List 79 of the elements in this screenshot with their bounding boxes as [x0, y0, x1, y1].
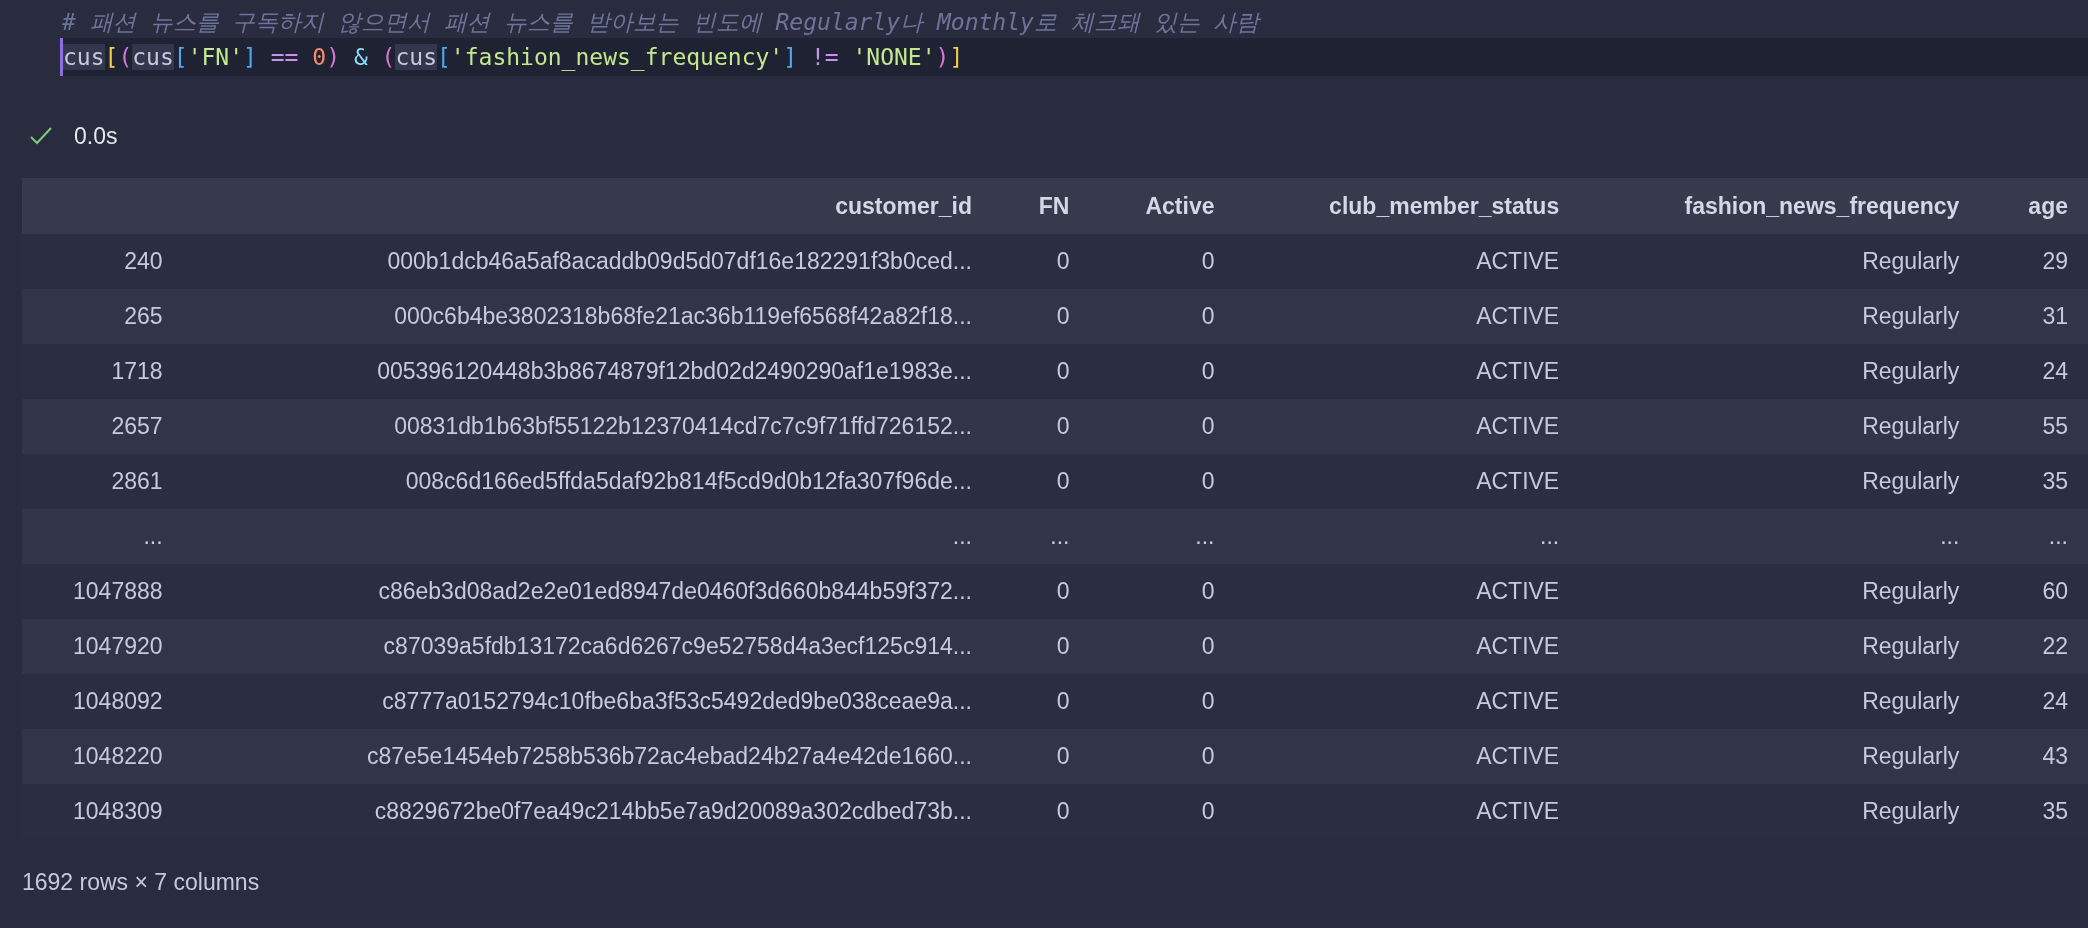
- table-cell: Regularly: [1579, 454, 1980, 509]
- table-cell: 005396120448b3b8674879f12bd02d2490290af1e1983e...: [182, 344, 992, 399]
- row-index: 2861: [22, 454, 183, 509]
- column-header: club_member_status: [1234, 178, 1580, 234]
- table-cell: 43: [1979, 729, 2088, 784]
- table-cell: 0: [991, 564, 1090, 619]
- table-cell: ...: [1089, 509, 1235, 564]
- table-summary: 1692 rows × 7 columns: [21, 868, 261, 897]
- execution-time: 0.0s: [74, 121, 118, 151]
- table-cell: ...: [991, 509, 1090, 564]
- table-cell: 0: [991, 729, 1090, 784]
- table-cell: 0: [1089, 344, 1235, 399]
- table-cell: Regularly: [1579, 564, 1980, 619]
- column-header: fashion_news_frequency: [1579, 178, 1980, 234]
- table-cell: c86eb3d08ad2e2e01ed8947de0460f3d660b844b59f372...: [182, 564, 992, 619]
- code-comment: # 패션 뉴스를 구독하지 않으면서 패션 뉴스를 받아보는 빈도에 Regularly나 Monthly로 체크돼 있는 사람: [61, 8, 1262, 37]
- table-cell: Regularly: [1579, 344, 1980, 399]
- row-index: 1048092: [22, 674, 183, 729]
- table-cell: 55: [1979, 399, 2088, 454]
- table-cell: ACTIVE: [1234, 564, 1580, 619]
- table-cell: 0: [1089, 399, 1235, 454]
- row-index: 1048220: [22, 729, 183, 784]
- table-cell: ...: [182, 509, 992, 564]
- row-index: 265: [22, 289, 183, 344]
- table-cell: Regularly: [1579, 729, 1980, 784]
- row-index: 1047920: [22, 619, 183, 674]
- table-cell: 008c6d166ed5ffda5daf92b814f5cd9d0b12fa307f96de...: [182, 454, 992, 509]
- table-cell: ...: [1234, 509, 1580, 564]
- table-cell: 29: [1979, 234, 2088, 289]
- table-cell: 22: [1979, 619, 2088, 674]
- table-cell: 000b1dcb46a5af8acaddb09d5d07df16e182291f3b0ced...: [182, 234, 992, 289]
- row-index: 2657: [22, 399, 183, 454]
- table-cell: ACTIVE: [1234, 234, 1580, 289]
- table-cell: Regularly: [1579, 399, 1980, 454]
- column-header: Active: [1089, 178, 1235, 234]
- table-cell: c8777a0152794c10fbe6ba3f53c5492ded9be038ceae9a...: [182, 674, 992, 729]
- table-cell: 0: [1089, 234, 1235, 289]
- table-cell: 0: [1089, 619, 1235, 674]
- table-cell: ACTIVE: [1234, 729, 1580, 784]
- row-index: ...: [22, 509, 183, 564]
- table-cell: Regularly: [1579, 289, 1980, 344]
- table-cell: 60: [1979, 564, 2088, 619]
- table-cell: 0: [991, 619, 1090, 674]
- row-index: 1047888: [22, 564, 183, 619]
- table-cell: ACTIVE: [1234, 289, 1580, 344]
- table-cell: 0: [1089, 289, 1235, 344]
- row-index: 1718: [22, 344, 183, 399]
- row-index: 240: [22, 234, 183, 289]
- table-cell: c87039a5fdb13172ca6d6267c9e52758d4a3ecf125c914...: [182, 619, 992, 674]
- table-cell: 0: [991, 674, 1090, 729]
- table-cell: 0: [991, 289, 1090, 344]
- table-cell: 31: [1979, 289, 2088, 344]
- table-cell: ...: [1979, 509, 2088, 564]
- table-cell: Regularly: [1579, 619, 1980, 674]
- column-header: FN: [991, 178, 1090, 234]
- table-cell: 24: [1979, 344, 2088, 399]
- table-cell: ACTIVE: [1234, 674, 1580, 729]
- table-cell: 00831db1b63bf55122b12370414cd7c7c9f71ffd726152...: [182, 399, 992, 454]
- table-cell: 24: [1979, 674, 2088, 729]
- table-cell: 000c6b4be3802318b68fe21ac36b119ef6568f42a82f18...: [182, 289, 992, 344]
- table-cell: 0: [991, 234, 1090, 289]
- column-header: age: [1979, 178, 2088, 234]
- table-cell: Regularly: [1579, 234, 1980, 289]
- table-cell: ACTIVE: [1234, 399, 1580, 454]
- table-cell: Regularly: [1579, 674, 1980, 729]
- table-cell: 35: [1979, 454, 2088, 509]
- table-cell: 0: [1089, 454, 1235, 509]
- table-cell: ACTIVE: [1234, 344, 1580, 399]
- table-cell: 0: [991, 399, 1090, 454]
- table-cell: 0: [1089, 729, 1235, 784]
- column-header: customer_id: [182, 178, 992, 234]
- table-cell: 0: [1089, 564, 1235, 619]
- table-cell: ...: [1579, 509, 1980, 564]
- table-cell: ACTIVE: [1234, 454, 1580, 509]
- table-cell: 0: [1089, 674, 1235, 729]
- table-cell: 0: [991, 454, 1090, 509]
- table-cell: c87e5e1454eb7258b536b72ac4ebad24b27a4e42de1660...: [182, 729, 992, 784]
- table-cell: 0: [991, 344, 1090, 399]
- table-cell: ACTIVE: [1234, 619, 1580, 674]
